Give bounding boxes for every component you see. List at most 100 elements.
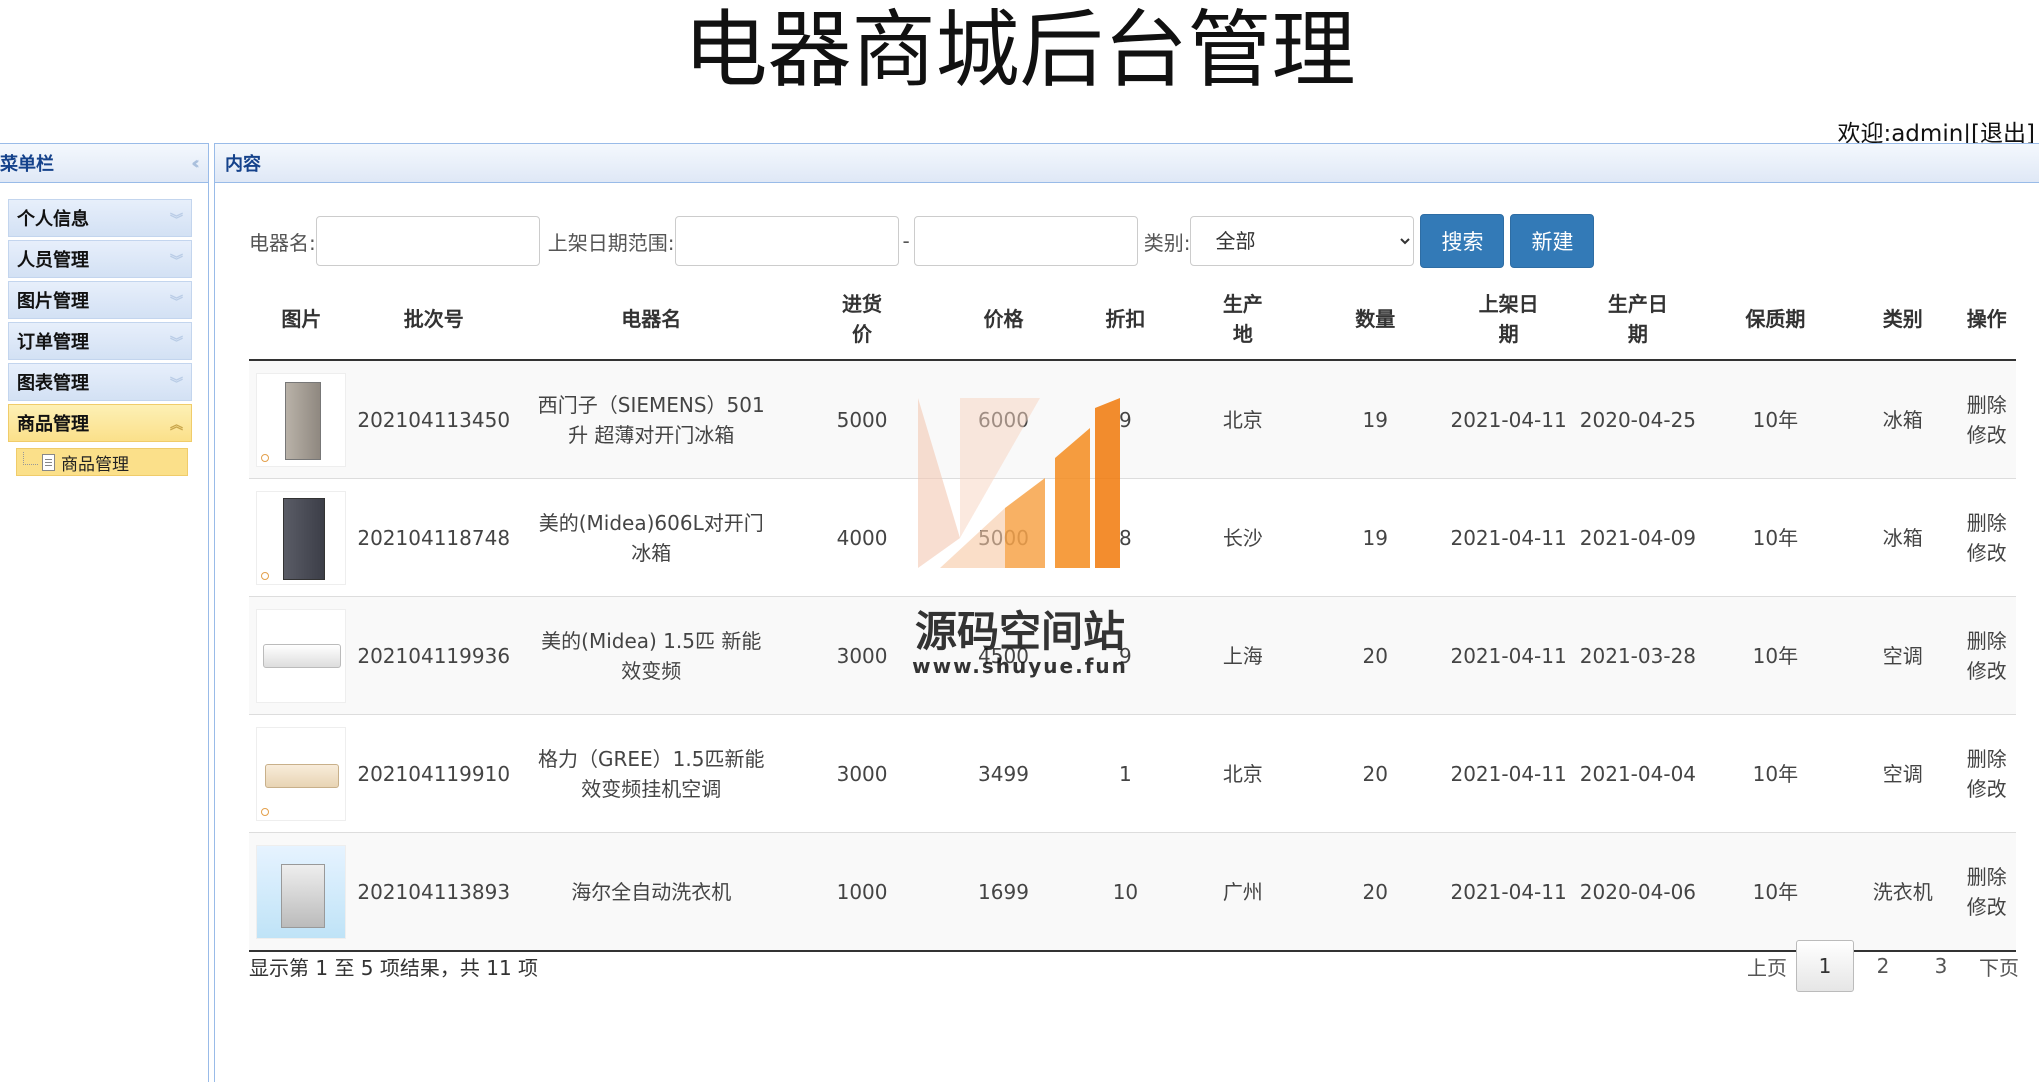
discount-cell: 9	[1071, 596, 1180, 715]
edit-link[interactable]: 修改	[1967, 777, 2007, 801]
date-range-label: 上架日期范围:	[547, 230, 675, 255]
col-price: 价格	[935, 279, 1072, 361]
sidebar-item-charts[interactable]: 图表管理 ︾	[8, 363, 192, 401]
table-header-row: 图片 批次号 电器名 进货价 价格 折扣 生产地 数量 上架日期 生产日期 保质…	[249, 279, 2016, 361]
col-cost: 进货价	[788, 279, 936, 361]
edit-link[interactable]: 修改	[1967, 541, 2007, 565]
name-search-input[interactable]	[315, 216, 540, 266]
sidebar-item-label: 订单管理	[17, 332, 89, 353]
origin-cell: 上海	[1179, 596, 1307, 715]
discount-cell: 1	[1071, 714, 1180, 833]
edit-link[interactable]: 修改	[1967, 659, 2007, 683]
qty-cell: 19	[1306, 359, 1444, 479]
sidebar-header: 菜单栏 ‹‹	[0, 143, 208, 183]
actions-cell: 删除 修改	[1957, 359, 2016, 479]
col-origin: 生产地	[1179, 279, 1307, 361]
batch-cell: 202104113450	[353, 359, 514, 479]
qty-cell: 20	[1306, 714, 1444, 833]
image-cell	[249, 714, 354, 833]
page-button-1[interactable]: 1	[1796, 940, 1854, 992]
sidebar-item-label: 图表管理	[17, 373, 89, 394]
delete-link[interactable]: 删除	[1967, 747, 2007, 771]
sidebar-item-staff[interactable]: 人员管理 ︾	[8, 240, 192, 278]
tree-line-icon	[23, 451, 38, 465]
batch-cell: 202104118748	[353, 478, 514, 597]
chevron-down-icon: ︾	[169, 376, 183, 392]
col-produced-date: 生产日期	[1573, 279, 1703, 361]
content-header: 内容	[215, 143, 2039, 183]
product-image-washer	[256, 844, 347, 939]
sidebar-item-products[interactable]: 商品管理 ︽	[8, 404, 192, 442]
content-title: 内容	[225, 154, 261, 175]
sidebar-item-orders[interactable]: 订单管理 ︾	[8, 322, 192, 360]
batch-cell: 202104119910	[353, 714, 514, 833]
discount-cell: 8	[1071, 478, 1180, 597]
page-title: 电器商城后台管理	[683, 1, 1356, 99]
col-category: 类别	[1848, 279, 1958, 361]
next-page-button[interactable]: 下页	[1970, 940, 2028, 992]
col-actions: 操作	[1957, 279, 2016, 361]
new-button[interactable]: 新建	[1510, 214, 1595, 268]
table-row: 202104113450 西门子（SIEMENS）501升 超薄对开门冰箱 50…	[249, 359, 2016, 479]
category-select[interactable]: 全部	[1190, 216, 1415, 266]
discount-cell: 10	[1071, 832, 1180, 952]
image-cell	[249, 832, 354, 952]
image-cell	[249, 596, 354, 715]
chevron-down-icon: ︾	[169, 335, 183, 351]
search-button[interactable]: 搜索	[1420, 214, 1505, 268]
delete-link[interactable]: 删除	[1967, 393, 2007, 417]
image-cell	[249, 359, 354, 479]
date-end-input[interactable]	[913, 216, 1138, 266]
delete-link[interactable]: 删除	[1967, 511, 2007, 535]
shelf-date-cell: 2021-04-11	[1443, 832, 1574, 952]
col-batch: 批次号	[353, 279, 514, 361]
table-row: 202104119910 格力（GREE）1.5匹新能效变频挂机空调 3000 …	[249, 714, 2016, 833]
image-cell	[249, 478, 354, 597]
warranty-cell: 10年	[1702, 596, 1849, 715]
search-bar: 电器名: 上架日期范围: - 类别: 全部 搜索 新建	[249, 214, 1595, 268]
shelf-date-cell: 2021-04-11	[1443, 359, 1574, 479]
col-shelf-date: 上架日期	[1443, 279, 1574, 361]
produced-date-cell: 2020-04-25	[1573, 359, 1703, 479]
cost-cell: 1000	[788, 832, 936, 952]
sidebar-item-profile[interactable]: 个人信息 ︾	[8, 199, 192, 237]
sidebar-title: 菜单栏	[0, 154, 54, 175]
produced-date-cell: 2021-03-28	[1573, 596, 1703, 715]
warranty-cell: 10年	[1702, 714, 1849, 833]
price-cell: 3499	[935, 714, 1072, 833]
origin-cell: 广州	[1179, 832, 1307, 952]
col-image: 图片	[249, 279, 354, 361]
origin-cell: 长沙	[1179, 478, 1307, 597]
sidebar-item-label: 个人信息	[17, 209, 89, 230]
cost-cell: 5000	[788, 359, 936, 479]
discount-cell: 9	[1071, 359, 1180, 479]
page-button-2[interactable]: 2	[1854, 940, 1912, 992]
edit-link[interactable]: 修改	[1967, 423, 2007, 447]
warranty-cell: 10年	[1702, 359, 1849, 479]
sidebar-item-label: 人员管理	[17, 250, 89, 271]
delete-link[interactable]: 删除	[1967, 629, 2007, 653]
price-cell: 6000	[935, 359, 1072, 479]
edit-link[interactable]: 修改	[1967, 895, 2007, 919]
collapse-left-icon[interactable]: ‹‹	[191, 153, 200, 174]
date-start-input[interactable]	[674, 216, 899, 266]
origin-cell: 北京	[1179, 714, 1307, 833]
product-table: 图片 批次号 电器名 进货价 价格 折扣 生产地 数量 上架日期 生产日期 保质…	[249, 279, 2016, 952]
price-cell: 4500	[935, 596, 1072, 715]
batch-cell: 202104113893	[353, 832, 514, 952]
table-info: 显示第 1 至 5 项结果，共 11 项	[249, 956, 539, 980]
actions-cell: 删除 修改	[1957, 596, 2016, 715]
cost-cell: 4000	[788, 478, 936, 597]
page-button-3[interactable]: 3	[1912, 940, 1970, 992]
prev-page-button[interactable]: 上页	[1738, 940, 1796, 992]
delete-link[interactable]: 删除	[1967, 865, 2007, 889]
name-cell: 海尔全自动洗衣机	[513, 832, 789, 952]
sidebar-subitem-label: 商品管理	[61, 454, 129, 475]
product-image-fridge	[256, 372, 347, 467]
sidebar-item-images[interactable]: 图片管理 ︾	[8, 281, 192, 319]
shelf-date-cell: 2021-04-11	[1443, 596, 1574, 715]
chevron-down-icon: ︾	[169, 253, 183, 269]
category-cell: 洗衣机	[1848, 832, 1958, 952]
sidebar-subitem-products[interactable]: 商品管理	[16, 448, 188, 476]
name-cell: 西门子（SIEMENS）501升 超薄对开门冰箱	[513, 359, 789, 479]
